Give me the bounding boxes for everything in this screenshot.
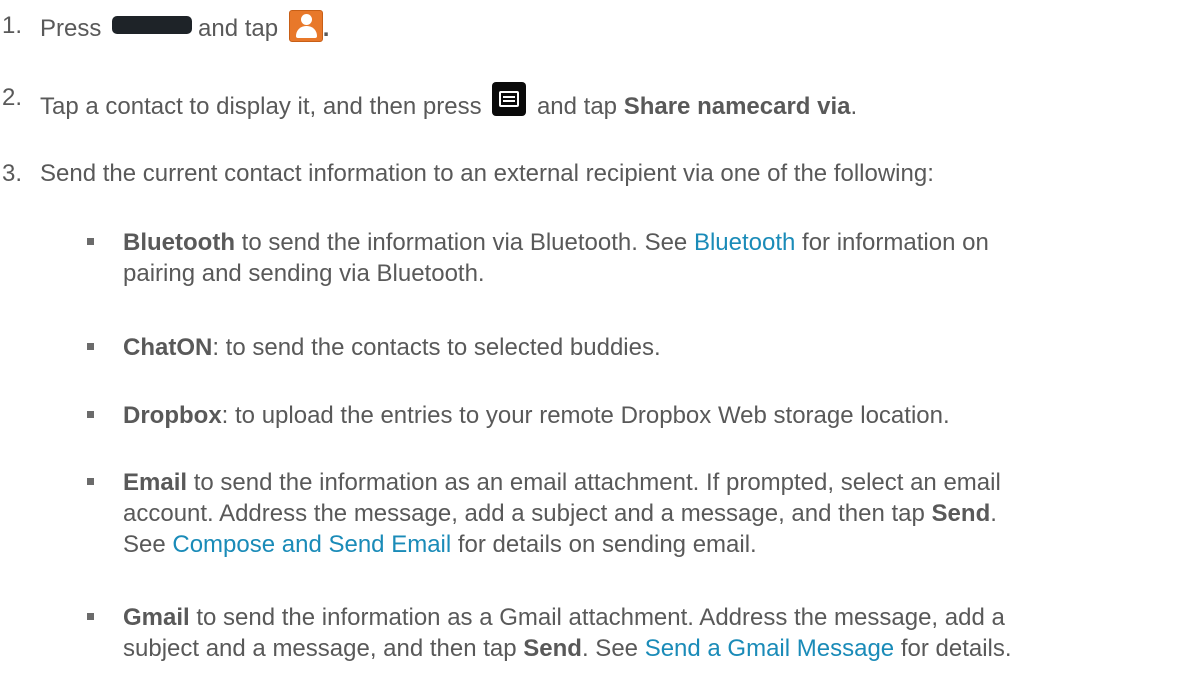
step-end: . [850,93,858,120]
option-text: to send the information as an email atta… [187,469,1001,496]
option-text: . See [581,635,645,662]
option-text: for details. [894,635,1012,662]
option-text: for information on [795,229,989,256]
step-number: 1. [2,12,23,39]
step-text: Press [40,15,102,42]
step-number: 2. [2,84,23,111]
step-text: Tap a contact to display it, and then pr… [40,93,482,120]
home-key-icon [112,16,193,34]
compose-and-send-email-link[interactable]: Compose and Send Email [172,531,451,558]
option-name: Dropbox [123,402,222,429]
option-text: to send the information via Bluetooth. S… [234,229,694,256]
bullet-icon [87,238,94,245]
option-text: : to send the contacts to selected buddi… [212,334,661,361]
step-text: Send the current contact information to … [40,160,934,187]
option-text: to send the information as a Gmail attac… [189,604,1005,631]
option-text: account. Address the message, add a subj… [123,500,932,527]
bullet-icon [87,411,94,418]
bullet-icon [87,343,94,350]
option-text: subject and a message, and then tap [123,635,524,662]
option-text: . [990,500,997,527]
option-name: ChatON [123,334,213,361]
step-text: and tap [198,15,279,42]
send-a-gmail-message-link[interactable]: Send a Gmail Message [645,635,894,662]
option-name: Gmail [123,604,190,631]
bullet-icon [87,478,94,485]
option-text: : to upload the entries to your remote D… [221,402,950,429]
menu-key-icon [492,82,527,116]
bluetooth-link[interactable]: Bluetooth [694,229,795,256]
option-name: Bluetooth [123,229,235,256]
option-text: See [123,531,173,558]
share-namecard-label: Share namecard via [623,93,851,120]
option-text: for details on sending email. [451,531,757,558]
option-text: pairing and sending via Bluetooth. [123,260,485,287]
bullet-icon [87,613,94,620]
send-label: Send [931,500,991,527]
option-name: Email [123,469,188,496]
step-text: and tap [536,93,618,120]
contacts-app-icon [288,10,323,42]
step-end: . [322,15,330,42]
send-label: Send [523,635,582,662]
instructions-page: 1. Press and tap . 2. Tap a contact to d… [0,0,1199,673]
step-number: 3. [2,160,23,187]
